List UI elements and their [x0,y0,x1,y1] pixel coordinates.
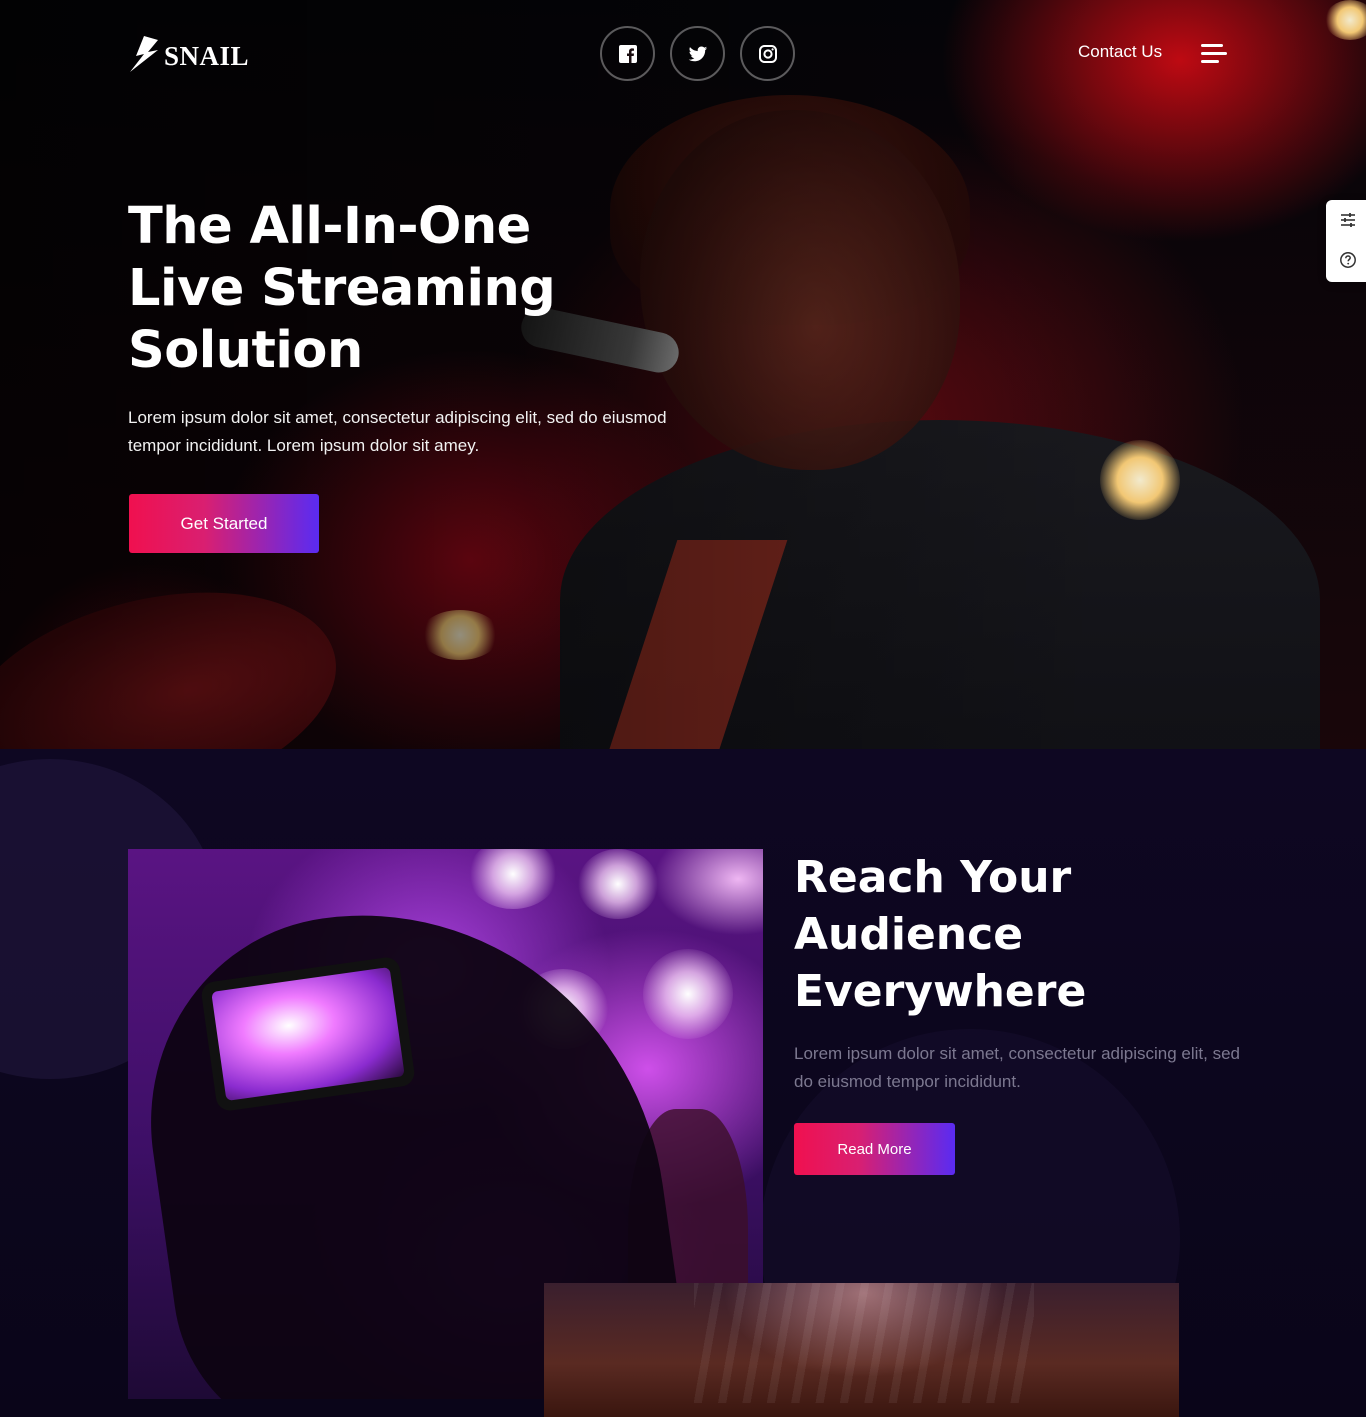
site-header: SNAIL Contact Us [128,26,1228,82]
logo[interactable]: SNAIL [128,34,249,74]
social-links [600,26,795,81]
feature-subtitle: Lorem ipsum dolor sit amet, consectetur … [794,1044,1240,1091]
hamburger-menu-icon[interactable] [1201,44,1227,64]
facebook-icon [618,44,637,63]
settings-widget [1326,200,1366,282]
stage-photo [544,1283,1179,1417]
logo-text: SNAIL [164,40,250,71]
instagram-icon [758,44,777,63]
hero-title-line: Live Streaming [128,259,556,318]
hero-title-line: Solution [128,321,363,380]
feature-title-line: Everywhere [794,966,1087,1017]
lightning-bolt-icon [130,36,158,72]
facebook-button[interactable] [600,26,655,81]
hero-title: The All-In-One Live Streaming Solution [128,196,688,382]
feature-title-line: Reach Your [794,852,1072,903]
get-started-button[interactable]: Get Started [129,494,319,553]
spot-light [643,949,733,1039]
hero-subtitle: Lorem ipsum dolor sit amet, consectetur … [128,408,667,455]
spot-light [578,849,658,919]
instagram-button[interactable] [740,26,795,81]
help-circle-icon[interactable] [1339,251,1357,269]
twitter-button[interactable] [670,26,725,81]
feature-title: Reach Your Audience Everywhere [794,849,1254,1020]
hero-title-line: The All-In-One [128,197,531,256]
twitter-icon [688,46,707,61]
feature-content: Reach Your Audience Everywhere Lorem ips… [794,849,1254,1096]
feature-title-line: Audience [794,909,1024,960]
read-more-button[interactable]: Read More [794,1123,955,1175]
hero-section: SNAIL Contact Us The All-In-One Live Str… [0,0,1366,749]
contact-us-link[interactable]: Contact Us [1078,42,1162,62]
hero-content: The All-In-One Live Streaming Solution L… [128,196,688,460]
sliders-icon[interactable] [1339,211,1357,229]
feature-section: Reach Your Audience Everywhere Lorem ips… [0,749,1366,1417]
phone-image [199,955,417,1113]
spot-light [468,849,558,909]
